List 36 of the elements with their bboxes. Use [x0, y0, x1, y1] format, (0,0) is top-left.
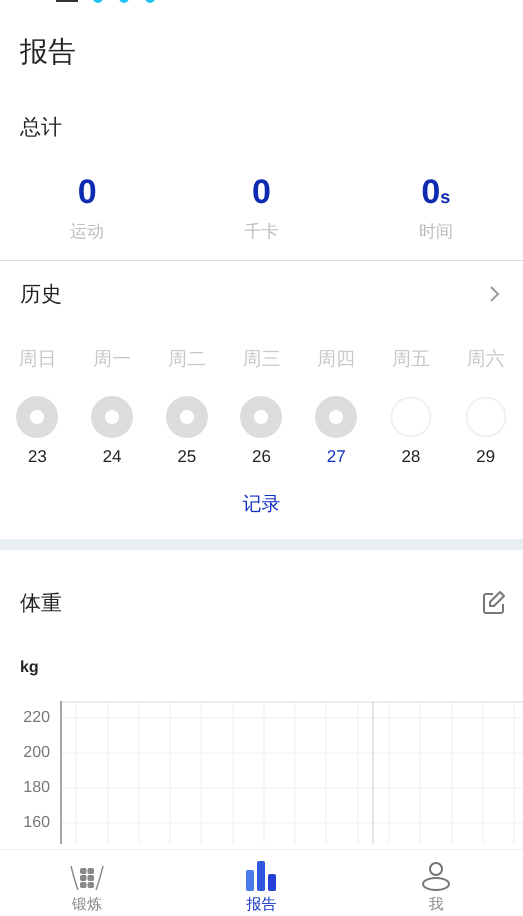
stat-label: 时间 [418, 221, 453, 244]
person-icon [420, 861, 451, 891]
filled-ring-icon[interactable] [91, 396, 134, 438]
section-title: 历史 [20, 281, 62, 308]
stat-label: 千卡 [244, 221, 278, 244]
filled-ring-icon[interactable] [315, 396, 358, 438]
filled-ring-icon[interactable] [166, 396, 208, 438]
date-label[interactable]: 28 [401, 447, 420, 467]
nav-tab[interactable]: 锻炼 [0, 850, 174, 916]
section-title: 体重 [20, 590, 62, 617]
stat-value: 0 [78, 172, 97, 212]
nav-tab[interactable]: 报告 [174, 850, 349, 916]
chevron-right-icon[interactable] [489, 285, 501, 303]
axis-tick-label: 200 [22, 743, 51, 763]
page-title: 报告 [20, 34, 76, 70]
axis-tick-label: 160 [22, 813, 51, 833]
axis-tick-label: 220 [22, 708, 51, 728]
stat-value: 0 [252, 172, 271, 212]
date-label[interactable]: 26 [252, 447, 271, 467]
date-label[interactable]: 24 [102, 447, 122, 467]
edit-icon[interactable] [481, 590, 507, 616]
date-label[interactable]: 27 [326, 447, 346, 467]
filled-ring-icon[interactable] [240, 396, 282, 438]
abs-icon [69, 865, 106, 891]
nav-tab[interactable]: 我 [348, 850, 523, 916]
section-title: 总计 [20, 114, 62, 141]
date-label[interactable]: 25 [177, 447, 196, 467]
axis-tick-label: 180 [22, 778, 51, 798]
filled-ring-icon[interactable] [16, 396, 58, 438]
stat-label: 运动 [70, 221, 104, 244]
date-label[interactable]: 29 [476, 447, 496, 467]
records-link[interactable]: 记录 [242, 491, 280, 517]
axis-unit: kg [20, 659, 39, 677]
date-label[interactable]: 23 [28, 447, 47, 467]
bar-chart-icon [245, 861, 278, 891]
stat-value: 0s [421, 172, 450, 212]
